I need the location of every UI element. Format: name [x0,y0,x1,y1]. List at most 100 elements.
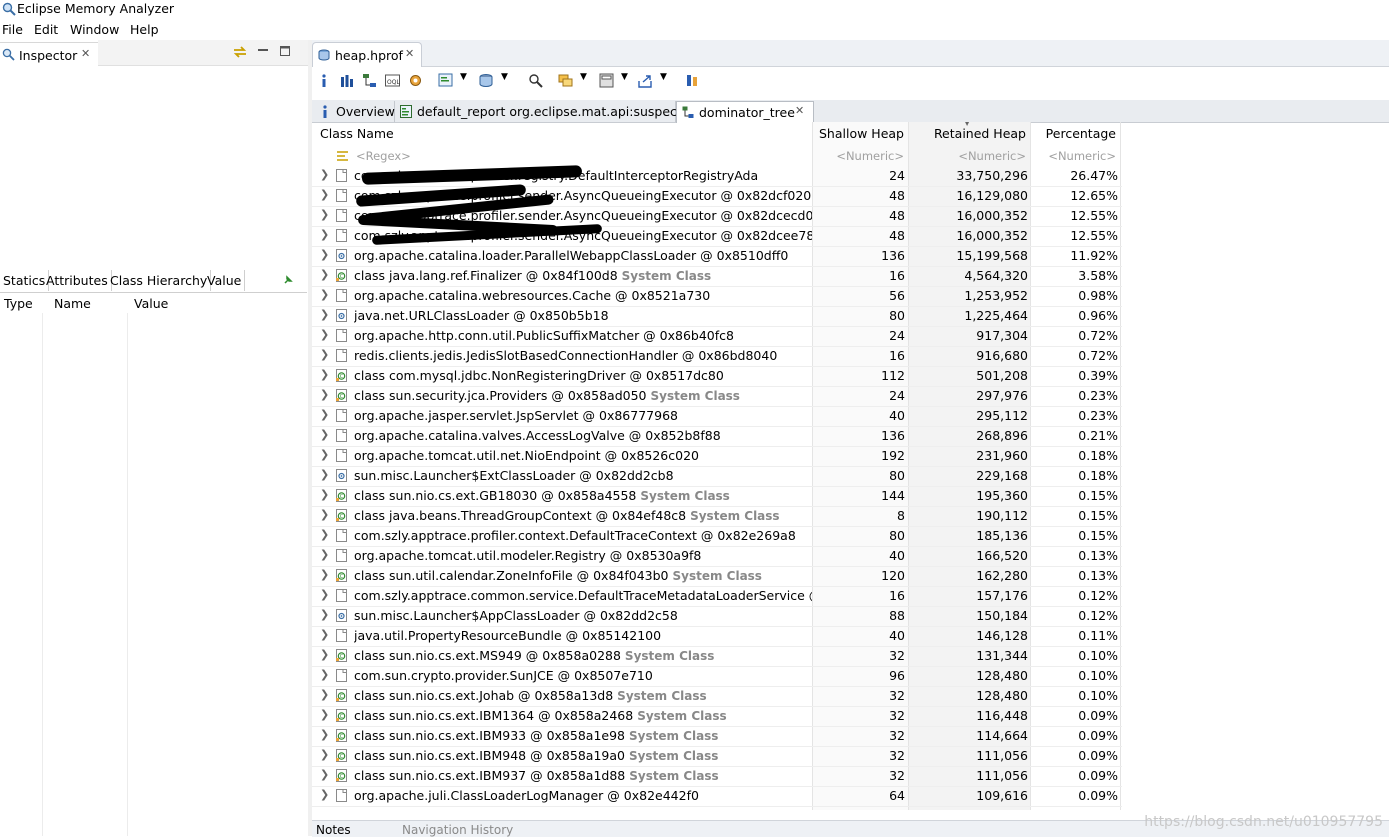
histogram-icon[interactable] [340,74,354,88]
oql-icon[interactable]: OQL [385,73,400,88]
expand-chevron-icon[interactable]: ❯ [320,789,330,800]
minimize-icon[interactable] [258,49,268,52]
table-row[interactable]: ❯ com.szly.apptrace.common.service.Defaul… [312,586,1122,607]
expand-chevron-icon[interactable]: ❯ [320,189,330,200]
expand-chevron-icon[interactable]: ❯ [320,309,330,320]
retained-heap-filter[interactable]: <Numeric> [909,146,1026,166]
table-row[interactable]: ❯ Cclass sun.nio.cs.ext.GB18030 @ 0x858a4… [312,486,1122,507]
table-row[interactable]: ❯ Cclass java.beans.ThreadGroupContext @ … [312,506,1122,527]
search-icon[interactable] [528,73,543,88]
expand-chevron-icon[interactable]: ❯ [320,629,330,640]
expand-chevron-icon[interactable]: ❯ [320,649,330,660]
expand-chevron-icon[interactable]: ❯ [320,409,330,420]
expand-chevron-icon[interactable]: ❯ [320,209,330,220]
export-icon[interactable] [638,73,654,88]
tab-class-hierarchy[interactable]: Class Hierarchy [107,270,212,291]
expand-chevron-icon[interactable]: ❯ [320,449,330,460]
table-row[interactable]: ❯ Cclass com.mysql.jdbc.NonRegisteringDri… [312,366,1122,387]
expand-chevron-icon[interactable]: ❯ [320,769,330,780]
expand-chevron-icon[interactable]: ❯ [320,429,330,440]
menu-edit[interactable]: Edit [34,22,58,37]
table-row[interactable]: ❯ Cclass sun.nio.cs.ext.Johab @ 0x858a13d… [312,686,1122,707]
table-row[interactable]: ❯ redis.clients.jedis.JedisSlotBasedConne… [312,346,1122,367]
expand-chevron-icon[interactable]: ❯ [320,529,330,540]
expand-chevron-icon[interactable]: ❯ [320,389,330,400]
tab-value[interactable]: Value [204,270,246,291]
expand-chevron-icon[interactable]: ❯ [320,729,330,740]
expand-chevron-icon[interactable]: ❯ [320,509,330,520]
column-shallow-heap[interactable]: Shallow Heap [812,122,904,146]
table-row[interactable]: ❯ sun.misc.Launcher$ExtClassLoader @ 0x82… [312,466,1122,487]
gear-icon[interactable] [408,73,423,88]
column-class-name[interactable]: Class Name [320,122,394,146]
table-row[interactable]: ❯ org.apache.jasper.servlet.JspServlet @ … [312,406,1122,427]
expand-chevron-icon[interactable]: ❯ [320,609,330,620]
expand-chevron-icon[interactable]: ❯ [320,489,330,500]
expand-chevron-icon[interactable]: ❯ [320,229,330,240]
expand-chevron-icon[interactable]: ❯ [320,709,330,720]
tab-statics[interactable]: Statics [0,270,50,291]
expand-chevron-icon[interactable]: ❯ [320,369,330,380]
table-row[interactable]: ❯ sun.misc.Launcher$AppClassLoader @ 0x82… [312,606,1122,627]
expand-chevron-icon[interactable]: ❯ [320,349,330,360]
chevron-down-icon[interactable]: ▼ [460,72,467,82]
table-row[interactable]: ❯ com.sun.crypto.provider.SunJCE @ 0x8507… [312,666,1122,687]
tab-heap-hprof[interactable]: heap.hprof ✕ [312,42,422,67]
chevron-down-icon[interactable]: ▼ [621,72,628,82]
table-row[interactable]: ❯ Cclass sun.nio.cs.ext.IBM933 @ 0x858a1e… [312,726,1122,747]
chevron-down-icon[interactable]: ▼ [580,72,587,82]
shallow-heap-filter[interactable]: <Numeric> [812,146,904,166]
tab-notes[interactable]: Notes [316,823,351,837]
tab-inspector[interactable]: Inspector ✕ [0,42,99,65]
pin-icon[interactable] [685,73,700,88]
table-row[interactable]: ❯ org.apache.tomcat.util.net.NioEndpoint … [312,446,1122,467]
table-row[interactable]: ❯ org.apache.http.conn.util.PublicSuffixM… [312,326,1122,347]
expand-chevron-icon[interactable]: ❯ [320,689,330,700]
menu-help[interactable]: Help [130,22,159,37]
calculator-icon[interactable] [599,73,614,88]
expand-chevron-icon[interactable]: ❯ [320,549,330,560]
table-row[interactable]: ❯ Cclass sun.util.calendar.ZoneInfoFile @… [312,566,1122,587]
expand-chevron-icon[interactable]: ❯ [320,569,330,580]
chevron-down-icon[interactable]: ▼ [660,72,667,82]
table-row[interactable]: ❯ java.net.URLClassLoader @ 0x850b5b18 80 1… [312,306,1122,327]
expand-chevron-icon[interactable]: ❯ [320,749,330,760]
table-row[interactable]: ❯ Cclass java.lang.ref.Finalizer @ 0x84f1… [312,266,1122,287]
table-row[interactable]: ❯ Cclass sun.nio.cs.ext.MS949 @ 0x858a028… [312,646,1122,667]
table-row[interactable]: ❯ org.apache.catalina.valves.AccessLogVal… [312,426,1122,447]
tab-dominator-tree[interactable]: dominator_tree ✕ [676,101,814,123]
expand-chevron-icon[interactable]: ❯ [320,669,330,680]
table-row[interactable]: ❯ Cclass sun.nio.cs.ext.IBM937 @ 0x858a1d… [312,766,1122,787]
pin-icon[interactable] [283,275,293,285]
tab-attributes[interactable]: Attributes [43,270,112,291]
table-row[interactable]: ❯ org.apache.catalina.webresources.Cache … [312,286,1122,307]
maximize-icon[interactable] [280,46,290,56]
group-by-icon[interactable] [558,73,574,88]
tab-overview[interactable]: Overview [314,101,395,122]
chevron-down-icon[interactable]: ▼ [501,72,508,82]
expand-chevron-icon[interactable]: ❯ [320,269,330,280]
menu-window[interactable]: Window [70,22,119,37]
column-percentage[interactable]: Percentage [1032,122,1116,146]
sync-icon[interactable] [232,45,248,59]
dominator-tree-icon[interactable] [362,73,377,88]
table-row[interactable]: ❯ org.apache.juli.ClassLoaderLogManager @… [312,786,1122,807]
close-icon[interactable]: ✕ [81,47,90,60]
expand-chevron-icon[interactable]: ❯ [320,289,330,300]
table-row[interactable]: ❯ org.apache.tomcat.util.modeler.Registry… [312,546,1122,567]
class-name-filter[interactable]: <Regex> [356,146,411,166]
table-row[interactable]: ❯ com.szly.apptrace.profiler.context.Defa… [312,526,1122,547]
expand-chevron-icon[interactable]: ❯ [320,589,330,600]
expand-chevron-icon[interactable]: ❯ [320,329,330,340]
menu-file[interactable]: File [2,22,23,37]
table-row[interactable]: ❯ org.apache.catalina.loader.ParallelWeba… [312,246,1122,267]
heap-dump-overview-icon[interactable] [479,73,495,88]
expand-chevron-icon[interactable]: ❯ [320,469,330,480]
table-row[interactable]: ❯ java.util.PropertyResourceBundle @ 0x85… [312,626,1122,647]
percentage-filter[interactable]: <Numeric> [1032,146,1116,166]
expand-chevron-icon[interactable]: ❯ [320,169,330,180]
close-icon[interactable]: ✕ [795,104,804,117]
table-row[interactable]: ❯ Cclass sun.nio.cs.ext.IBM948 @ 0x858a19… [312,746,1122,767]
query-browser-icon[interactable] [438,73,454,88]
table-row[interactable]: ❯ Cclass sun.security.jca.Providers @ 0x8… [312,386,1122,407]
